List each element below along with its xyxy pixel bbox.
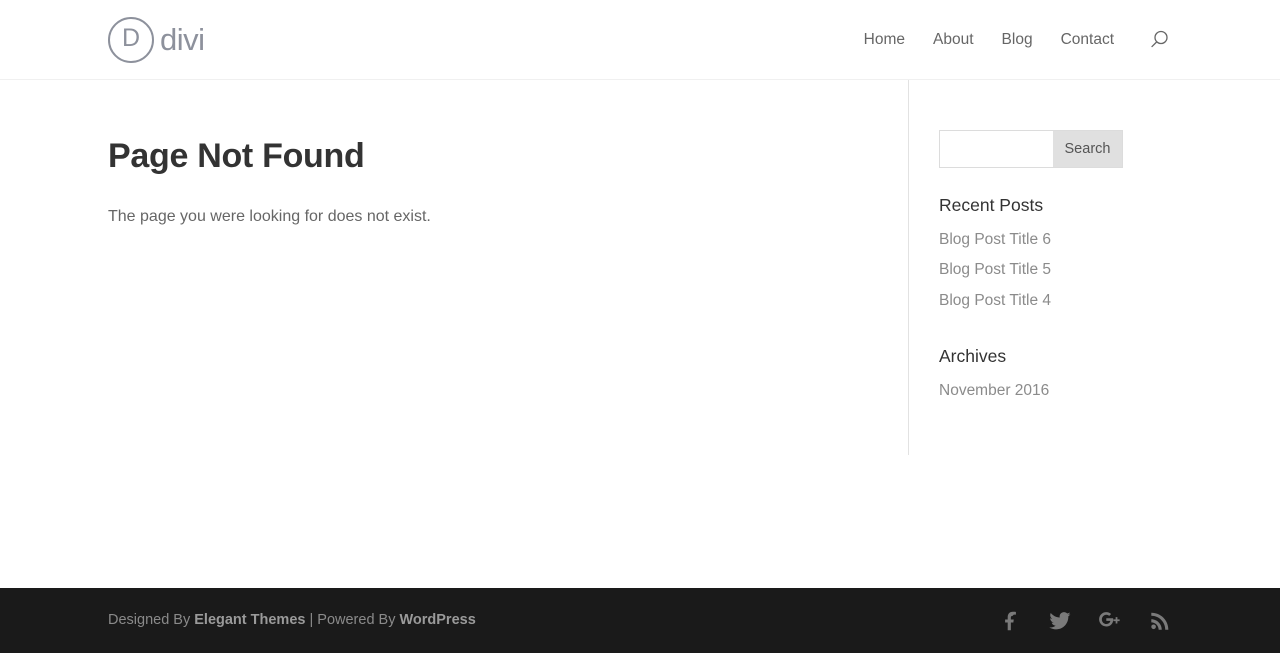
google-plus-icon-glyph [1099,611,1120,626]
social-item-twitter [1048,609,1072,633]
site-logo[interactable]: D divi [108,16,205,63]
content-column: Page Not Found The page you were looking… [108,80,908,588]
footer-credits-prefix: Designed By [108,612,195,629]
sidebar-search-widget: Search [939,130,1123,168]
footer-link-elegant-themes[interactable]: Elegant Themes [194,612,305,628]
sidebar: Search Recent Posts Blog Post Title 6 Bl… [908,80,1148,588]
list-item: November 2016 [939,380,1148,402]
nav-item-blog[interactable]: Blog [988,32,1047,48]
social-item-facebook [998,609,1022,633]
site-footer: Designed By Elegant Themes | Powered By … [0,588,1280,653]
page-body-text: The page you were looking for does not e… [108,208,431,226]
list-item: Blog Post Title 5 [939,259,1148,281]
footer-social-list [998,609,1172,633]
search-icon[interactable] [1146,27,1172,53]
widget-title-archives: Archives [939,345,1007,366]
main-navigation: Home About Blog Contact [850,32,1128,48]
logo-letter: D [121,24,141,52]
google-plus-icon[interactable] [1098,609,1122,633]
logo-wordmark: divi [160,22,205,57]
rss-icon[interactable] [1148,609,1172,633]
search-input[interactable] [939,130,1053,168]
footer-link-wordpress[interactable]: WordPress [399,612,475,628]
archive-link-1[interactable]: November 2016 [939,382,1049,399]
nav-item-home[interactable]: Home [850,32,919,48]
header-nav-area: Home About Blog Contact [850,27,1172,53]
list-item: Blog Post Title 4 [939,290,1148,312]
rss-icon-glyph [1151,612,1169,630]
search-icon-glyph [1151,30,1168,47]
recent-post-link-1[interactable]: Blog Post Title 6 [939,231,1051,248]
footer-inner: Designed By Elegant Themes | Powered By … [100,588,1180,653]
nav-item-contact[interactable]: Contact [1047,32,1128,48]
recent-posts-list: Blog Post Title 6 Blog Post Title 5 Blog… [939,229,1148,312]
page-title: Page Not Found [108,137,365,175]
social-item-google-plus [1098,609,1122,633]
footer-credits: Designed By Elegant Themes | Powered By … [108,613,476,628]
site-header: D divi Home About Blog Contact [0,0,1280,80]
search-submit-button[interactable]: Search [1053,130,1123,168]
nav-item-about[interactable]: About [919,32,988,48]
facebook-icon[interactable] [998,609,1022,633]
widget-title-recent-posts: Recent Posts [939,195,1044,215]
recent-post-link-2[interactable]: Blog Post Title 5 [939,261,1051,278]
twitter-icon-glyph [1049,611,1071,629]
social-item-rss [1148,609,1172,633]
page-root: D divi Home About Blog Contact Page Not … [0,0,1280,653]
facebook-icon-glyph [1005,611,1016,630]
widget-archives: Archives November 2016 [939,345,1148,402]
twitter-icon[interactable] [1048,609,1072,633]
logo-circle-d-icon: D [108,16,154,63]
sidebar-divider [908,80,909,455]
footer-credits-separator: | Powered By [305,612,400,629]
content-container: Page Not Found The page you were looking… [100,80,1180,588]
widget-recent-posts: Recent Posts Blog Post Title 6 Blog Post… [939,194,1148,312]
archives-list: November 2016 [939,380,1148,402]
header-inner: D divi Home About Blog Contact [100,0,1180,79]
list-item: Blog Post Title 6 [939,229,1148,251]
recent-post-link-3[interactable]: Blog Post Title 4 [939,292,1051,309]
main-area: Page Not Found The page you were looking… [0,80,1280,588]
